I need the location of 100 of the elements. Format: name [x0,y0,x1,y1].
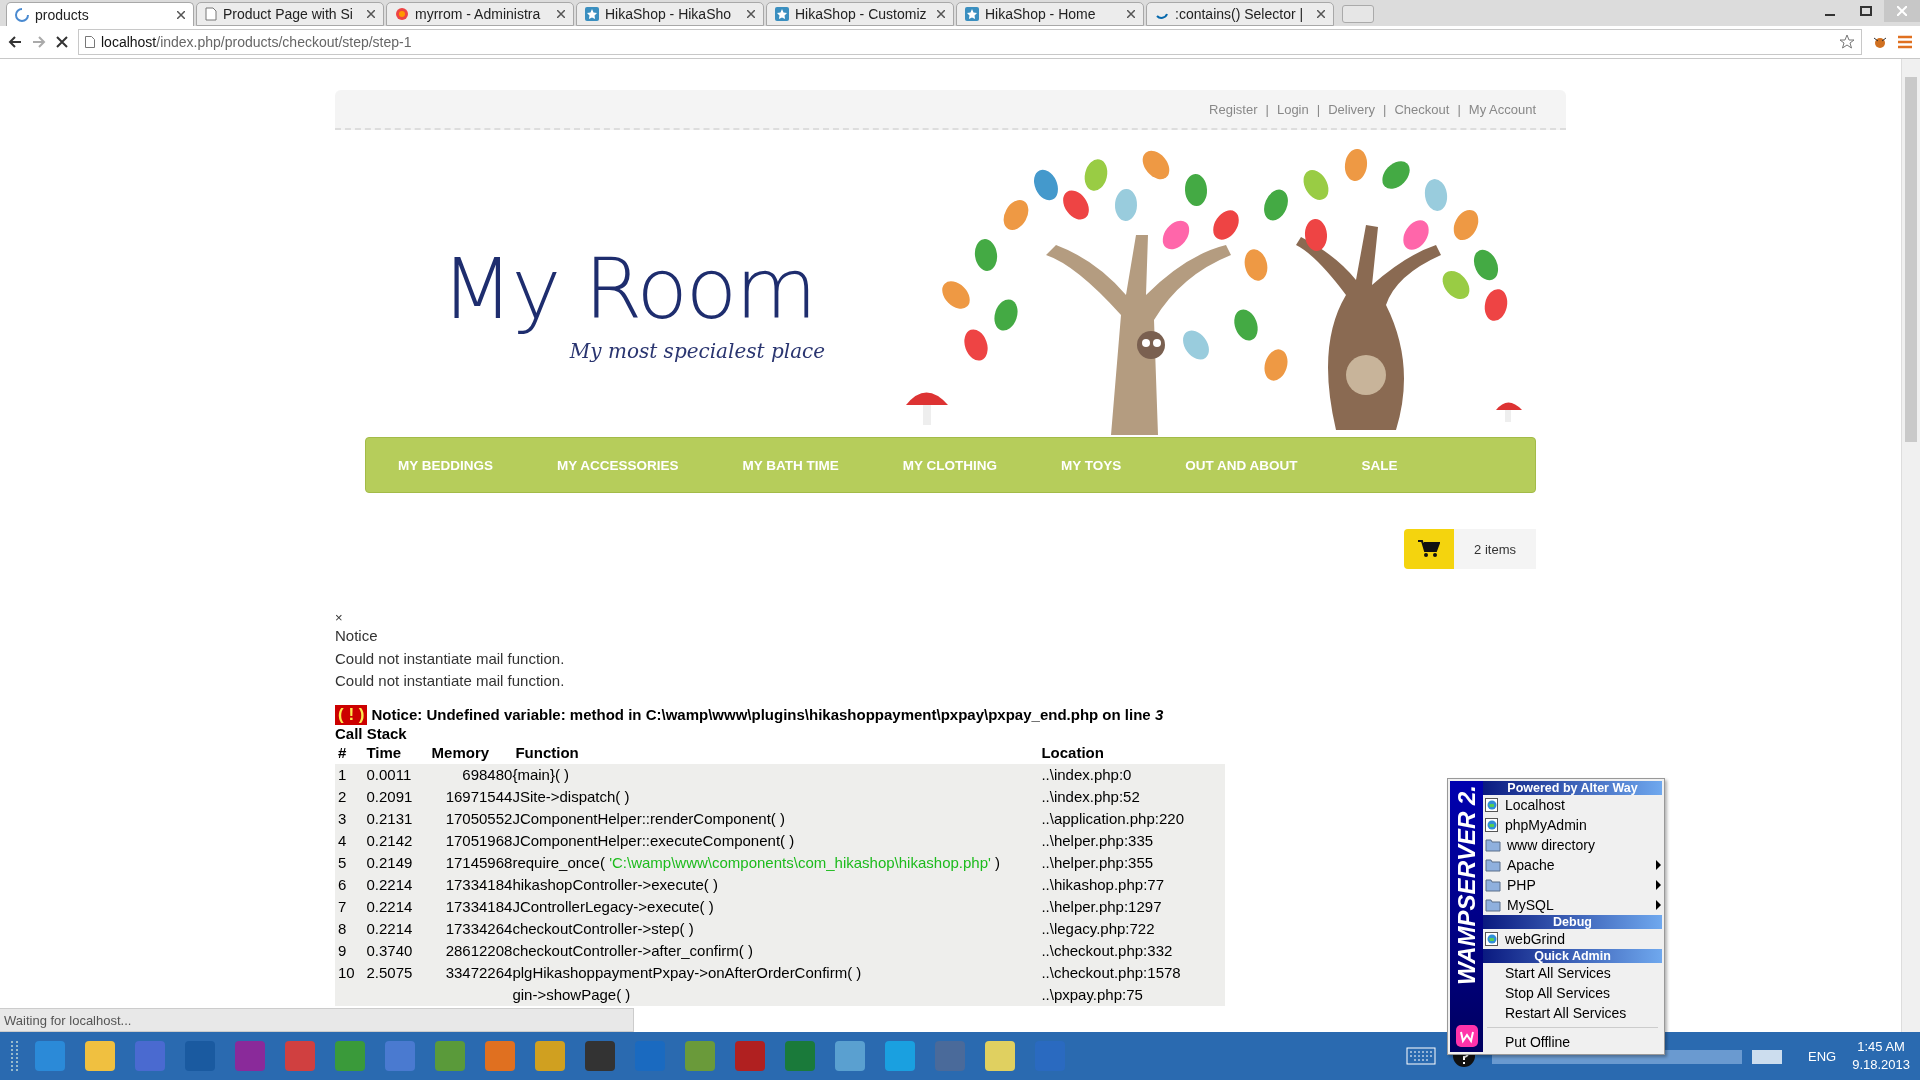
table-cell: 7 [335,895,364,918]
table-cell: 8 [335,917,364,940]
table-cell: ..\legacy.php:722 [1038,917,1225,940]
table-cell: 0.2142 [363,829,429,852]
browser-tab[interactable]: :contains() Selector | [1146,2,1334,26]
table-cell: 5 [335,851,364,874]
menu-section-header: Quick Admin [1483,949,1662,963]
link-separator: | [1383,101,1387,117]
star-favicon-icon [585,7,599,21]
table-cell: ..\checkout.php:332 [1038,939,1225,962]
close-message-button[interactable]: × [335,611,1566,625]
call-stack-title: Call Stack [335,724,408,742]
close-icon[interactable] [367,10,375,18]
scrollbar[interactable] [1901,59,1920,1032]
table-cell: 0.2214 [363,873,429,896]
browser-tab[interactable]: HikaShop - Customiz [766,2,954,26]
column-header: Location [1038,741,1225,764]
table-cell: ..\index.php:52 [1038,785,1225,808]
table-cell: ..\checkout.php:1578 [1038,961,1225,984]
page-icon [205,7,217,21]
message-text: Could not instantiate mail function. [335,671,566,691]
table-cell: 2 [335,785,364,808]
star-favicon-icon [965,7,979,21]
page-icon [85,36,95,48]
table-cell: hikashopController->execute( ) [512,873,1039,896]
table-cell: 10 [335,961,364,984]
menu-item[interactable]: PHP [1483,875,1662,895]
stop-icon[interactable] [56,36,68,48]
star-icon[interactable] [1839,34,1855,50]
table-cell: 0.0011 [363,763,429,786]
table-cell: 1 [335,763,364,786]
menu-item[interactable]: Apache [1483,855,1662,875]
table-cell: require_once( 'C:\wamp\www\components\com_hikashop\hikashop.php' ) [512,851,1039,874]
wamp-side-label: WAMPSERVER 2. [1452,785,1481,986]
link-separator: | [1316,101,1321,117]
menu-item[interactable]: Stop All Services [1483,983,1662,1003]
table-cell: 0.2091 [363,785,429,808]
browser-tab[interactable]: myrrom - Administra [386,2,574,26]
keyboard-icon[interactable] [1406,1047,1436,1065]
menu-item[interactable]: phpMyAdmin [1483,815,1662,835]
table-cell: 4 [335,829,364,852]
status-text: Waiting for localhost... [0,1008,634,1032]
column-header: # [335,741,364,764]
menu-item[interactable]: webGrind [1483,929,1662,949]
clock[interactable]: 1:45 AM 9.18.2013 [1852,1038,1910,1074]
table-cell: ..\hikashop.php:77 [1038,873,1225,896]
language-indicator[interactable]: ENG [1808,1048,1837,1064]
table-cell: ..\index.php:0 [1038,763,1225,786]
table-cell: checkoutController->after_confirm( ) [512,939,1039,962]
close-icon[interactable] [1127,10,1135,18]
browser-tab[interactable]: HikaShop - HikaSho [576,2,764,26]
browser-tab[interactable]: HikaShop - Home [956,2,1144,26]
table-cell: 3 [335,807,364,830]
new-tab-button[interactable] [1342,5,1374,23]
wamp-logo-icon [1454,1024,1479,1048]
close-icon[interactable] [557,10,565,18]
table-cell: ..\helper.php:335 [1038,829,1225,852]
table-cell: {main}( ) [512,763,1039,786]
table-cell: 0.2214 [363,917,429,940]
column-header: Memory [428,741,513,764]
table-cell: plgHikashoppaymentPxpay->onAfterOrderConfirm( ) [512,961,1039,984]
link-separator: | [1457,101,1461,117]
browser-tab[interactable]: Product Page with Si [196,2,384,26]
column-header: Function [512,741,1039,764]
table-cell: 2.5075 [363,961,429,984]
back-arrow-icon[interactable] [8,35,22,49]
close-icon[interactable] [177,10,185,19]
table-cell: ..\application.php:220 [1038,807,1225,830]
logo-tagline: My most specialest place [569,339,826,363]
table-cell: JComponentHelper::executeComponent( ) [512,829,1039,852]
menu-item[interactable]: Restart All Services [1483,1003,1662,1023]
cart-button[interactable] [1404,529,1455,569]
forward-arrow-icon[interactable] [32,35,46,49]
table-cell: gin->showPage( ) [512,983,1039,1006]
table-cell: JControllerLegacy->execute( ) [512,895,1039,918]
table-cell: 698480 [428,763,513,786]
cart-count[interactable]: 2 items [1454,529,1536,569]
close-icon[interactable] [937,10,945,18]
close-icon[interactable] [747,10,755,18]
table-cell: JComponentHelper::renderComponent( ) [512,807,1039,830]
start-grid-icon[interactable] [10,1041,20,1071]
table-cell: 0.3740 [363,939,429,962]
joomla-icon [395,7,409,21]
menu-item[interactable]: www directory [1483,835,1662,855]
message-text: Could not instantiate mail function. [335,648,566,669]
menu-section-header: Debug [1483,915,1662,929]
menu-item[interactable]: MySQL [1483,895,1662,915]
menu-item[interactable]: Localhost [1483,795,1662,815]
message-heading: Notice [335,626,379,646]
link-separator: | [1265,101,1269,117]
menu-item[interactable]: Start All Services [1483,963,1662,983]
column-header: Time [363,741,429,764]
browser-tab[interactable]: products [6,2,194,26]
cart-icon [1418,540,1441,558]
menu-item[interactable]: Put Offline [1483,1032,1662,1052]
menu-icon[interactable] [1898,35,1912,49]
table-cell: checkoutController->step( ) [512,917,1039,940]
close-icon[interactable] [1317,10,1325,18]
table-cell: 0.2214 [363,895,429,918]
address-bar[interactable]: localhost/index.php/products/checkout/step/step-1 [78,29,1862,55]
